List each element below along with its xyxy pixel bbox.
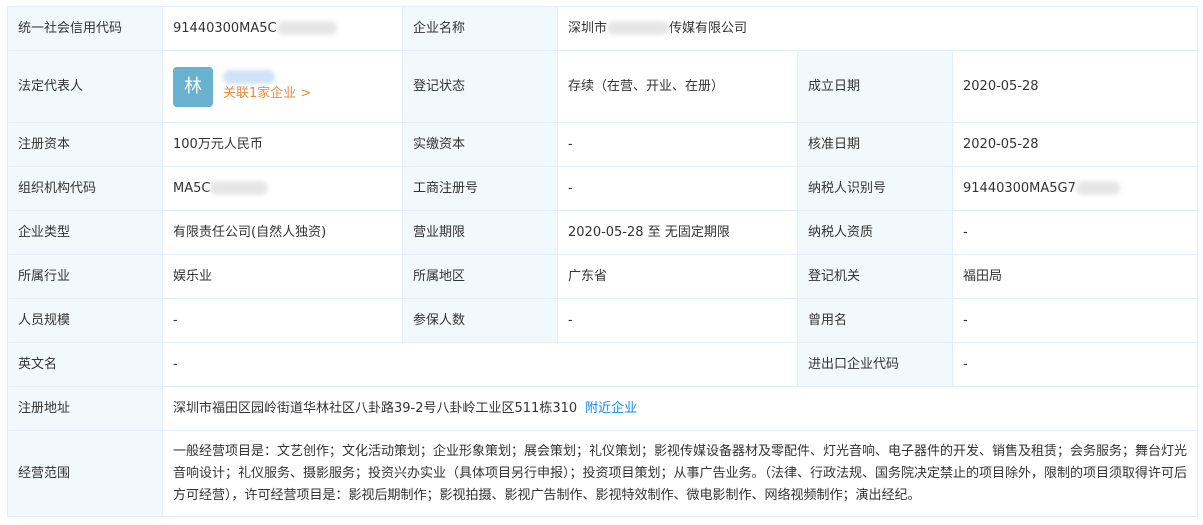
value-staff-size: - bbox=[162, 298, 403, 343]
row-legal-rep: 法定代表人 林 关联1家企业 > 登记状态 存续（在营、开业、在册） 成立日期 … bbox=[7, 50, 1199, 123]
label-authority: 登记机关 bbox=[797, 254, 953, 299]
row-address: 注册地址 深圳市福田区园岭街道华林社区八卦路39-2号八卦岭工业区511栋310… bbox=[7, 386, 1199, 431]
org-code-text: MA5C bbox=[173, 180, 211, 196]
label-english-name: 英文名 bbox=[7, 342, 163, 387]
value-industry: 娱乐业 bbox=[162, 254, 403, 299]
credit-code-text: 91440300MA5C bbox=[173, 20, 277, 36]
value-approved-date: 2020-05-28 bbox=[951, 122, 1199, 167]
value-company-name: 深圳市 传媒有限公司 bbox=[556, 6, 1199, 51]
company-name-prefix: 深圳市 bbox=[568, 20, 608, 36]
value-founded: 2020-05-28 bbox=[951, 50, 1199, 123]
nearby-companies-link[interactable]: 附近企业 bbox=[585, 401, 637, 416]
value-region: 广东省 bbox=[557, 254, 798, 299]
value-legal-rep: 林 关联1家企业 > bbox=[162, 50, 403, 123]
row-org-code: 组织机构代码 MA5C 工商注册号 - 纳税人识别号 91440300MA5G7 bbox=[7, 166, 1199, 211]
label-org-code: 组织机构代码 bbox=[7, 166, 163, 211]
value-english-name: - bbox=[162, 342, 798, 387]
value-biz-reg-no: - bbox=[557, 166, 798, 211]
value-org-code: MA5C bbox=[162, 166, 403, 211]
label-insured: 参保人数 bbox=[402, 298, 558, 343]
row-industry: 所属行业 娱乐业 所属地区 广东省 登记机关 福田局 bbox=[7, 254, 1199, 299]
value-taxpayer-qual: - bbox=[951, 210, 1199, 255]
label-biz-term: 营业期限 bbox=[402, 210, 558, 255]
row-scope: 经营范围 一般经营项目是：文艺创作；文化活动策划；企业形象策划；展会策划；礼仪策… bbox=[7, 430, 1199, 517]
label-biz-reg-no: 工商注册号 bbox=[402, 166, 558, 211]
row-staff: 人员规模 - 参保人数 - 曾用名 - bbox=[7, 298, 1199, 343]
label-region: 所属地区 bbox=[402, 254, 558, 299]
label-reg-capital: 注册资本 bbox=[7, 122, 163, 167]
label-company-type: 企业类型 bbox=[7, 210, 163, 255]
value-ie-code: - bbox=[951, 342, 1199, 387]
value-insured: - bbox=[557, 298, 798, 343]
value-authority: 福田局 bbox=[951, 254, 1199, 299]
redaction-blur bbox=[1075, 181, 1120, 195]
label-industry: 所属行业 bbox=[7, 254, 163, 299]
address-text: 深圳市福田区园岭街道华林社区八卦路39-2号八卦岭工业区511栋310 bbox=[173, 400, 578, 416]
label-former-name: 曾用名 bbox=[797, 298, 953, 343]
label-taxpayer-id: 纳税人识别号 bbox=[797, 166, 953, 211]
row-capital: 注册资本 100万元人民币 实缴资本 - 核准日期 2020-05-28 bbox=[7, 122, 1199, 167]
value-taxpayer-id: 91440300MA5G7 bbox=[951, 166, 1199, 211]
legal-rep-name-blurred[interactable] bbox=[223, 69, 275, 84]
company-info-table: 统一社会信用代码 91440300MA5C 企业名称 深圳市 传媒有限公司 法定代… bbox=[7, 6, 1199, 517]
row-english-name: 英文名 - 进出口企业代码 - bbox=[7, 342, 1199, 387]
value-reg-capital: 100万元人民币 bbox=[162, 122, 403, 167]
company-name-suffix: 传媒有限公司 bbox=[669, 20, 748, 36]
row-company-type: 企业类型 有限责任公司(自然人独资) 营业期限 2020-05-28 至 无固定… bbox=[7, 210, 1199, 255]
avatar[interactable]: 林 bbox=[173, 66, 213, 107]
label-staff-size: 人员规模 bbox=[7, 298, 163, 343]
label-approved-date: 核准日期 bbox=[797, 122, 953, 167]
value-scope: 一般经营项目是：文艺创作；文化活动策划；企业形象策划；展会策划；礼仪策划；影视传… bbox=[161, 430, 1199, 517]
redaction-blur bbox=[607, 21, 670, 35]
redaction-blur bbox=[276, 21, 337, 35]
value-reg-status: 存续（在营、开业、在册） bbox=[557, 50, 798, 123]
label-taxpayer-qual: 纳税人资质 bbox=[797, 210, 953, 255]
value-credit-code: 91440300MA5C bbox=[162, 6, 403, 51]
taxpayer-id-text: 91440300MA5G7 bbox=[963, 180, 1076, 196]
label-founded: 成立日期 bbox=[797, 50, 953, 123]
value-biz-term: 2020-05-28 至 无固定期限 bbox=[557, 210, 798, 255]
label-address: 注册地址 bbox=[7, 386, 163, 431]
related-companies-link[interactable]: 关联1家企业 > bbox=[223, 84, 311, 104]
row-credit-code: 统一社会信用代码 91440300MA5C 企业名称 深圳市 传媒有限公司 bbox=[7, 6, 1199, 51]
label-reg-status: 登记状态 bbox=[402, 50, 558, 123]
redaction-blur bbox=[210, 181, 269, 195]
label-credit-code: 统一社会信用代码 bbox=[7, 6, 163, 51]
label-ie-code: 进出口企业代码 bbox=[797, 342, 953, 387]
value-former-name: - bbox=[951, 298, 1199, 343]
label-scope: 经营范围 bbox=[7, 430, 163, 517]
value-address: 深圳市福田区园岭街道华林社区八卦路39-2号八卦岭工业区511栋310 附近企业 bbox=[161, 386, 1199, 431]
value-company-type: 有限责任公司(自然人独资) bbox=[162, 210, 403, 255]
label-legal-rep: 法定代表人 bbox=[7, 50, 163, 123]
label-company-name: 企业名称 bbox=[402, 6, 558, 51]
label-paid-capital: 实缴资本 bbox=[402, 122, 558, 167]
value-paid-capital: - bbox=[557, 122, 798, 167]
